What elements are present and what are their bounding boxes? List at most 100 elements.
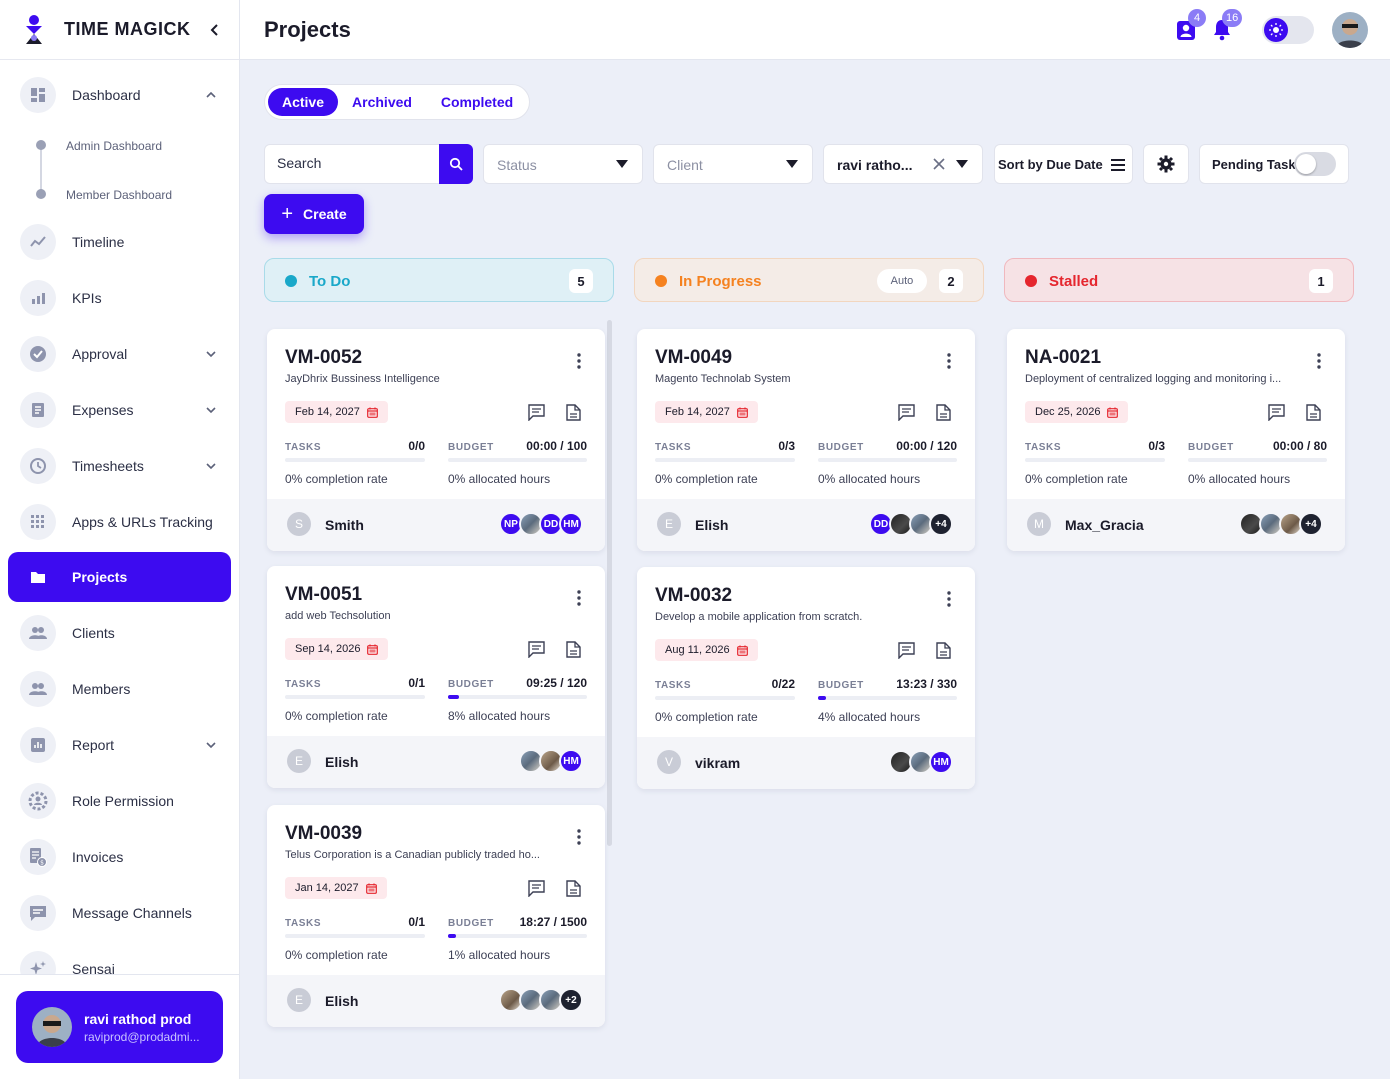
- owner-name: vikram: [695, 755, 741, 771]
- more-vertical-icon[interactable]: [1317, 353, 1321, 369]
- sidebar-item-timesheets[interactable]: Timesheets: [8, 441, 231, 491]
- user-name: ravi rathod prod: [84, 1010, 192, 1027]
- project-code[interactable]: VM-0052: [285, 347, 362, 369]
- member-avatars[interactable]: +2: [499, 988, 583, 1012]
- search-input[interactable]: [277, 155, 437, 171]
- sidebar-item-message-channels[interactable]: Message Channels: [8, 888, 231, 938]
- more-vertical-icon[interactable]: [947, 591, 951, 607]
- document-icon[interactable]: [566, 404, 581, 421]
- pending-task-switch[interactable]: [1294, 152, 1336, 176]
- more-vertical-icon[interactable]: [577, 353, 581, 369]
- budget-label: BUDGET: [1188, 442, 1234, 453]
- chevron-up-icon: [206, 91, 216, 98]
- column-count: 2: [939, 269, 963, 293]
- sidebar-item-members[interactable]: Members: [8, 664, 231, 714]
- document-icon[interactable]: [1306, 404, 1321, 421]
- comment-icon[interactable]: [528, 404, 545, 421]
- status-dot: [1025, 275, 1037, 287]
- member-avatars[interactable]: +4: [1239, 512, 1323, 536]
- sidebar-item-approval[interactable]: Approval: [8, 329, 231, 379]
- project-card[interactable]: VM-0049 Magento Technolab System Feb 14,…: [637, 329, 975, 551]
- column-title: To Do: [309, 273, 351, 290]
- document-icon[interactable]: [936, 404, 951, 421]
- sidebar-item-invoices[interactable]: $ Invoices: [8, 832, 231, 882]
- member-initials-avatar: HM: [559, 512, 583, 536]
- member-avatars[interactable]: NP DD HM: [499, 512, 583, 536]
- project-code[interactable]: NA-0021: [1025, 347, 1101, 369]
- member-initials-avatar: HM: [929, 750, 953, 774]
- tasks-value: 0/1: [408, 915, 425, 929]
- sidebar-item-label: Clients: [72, 625, 115, 641]
- approval-icon: [20, 336, 56, 372]
- collapse-sidebar-icon[interactable]: [207, 22, 223, 38]
- tab-completed[interactable]: Completed: [431, 88, 523, 116]
- project-code[interactable]: VM-0039: [285, 823, 362, 845]
- document-icon[interactable]: [566, 880, 581, 897]
- more-vertical-icon[interactable]: [947, 353, 951, 369]
- sidebar-item-projects[interactable]: Projects: [8, 552, 231, 602]
- comment-icon[interactable]: [1268, 404, 1285, 421]
- project-card[interactable]: VM-0051 add web Techsolution Sep 14, 202…: [267, 566, 605, 788]
- owner-initial-avatar: E: [287, 749, 311, 773]
- project-card[interactable]: VM-0052 JayDhrix Bussiness Intelligence …: [267, 329, 605, 551]
- header-avatar[interactable]: [1332, 12, 1368, 48]
- budget-value: 18:27 / 1500: [519, 915, 587, 929]
- tab-archived[interactable]: Archived: [345, 88, 419, 116]
- status-select[interactable]: Status: [483, 144, 643, 184]
- owner-initial-avatar: M: [1027, 512, 1051, 536]
- sidebar-item-report[interactable]: Report: [8, 720, 231, 770]
- project-code[interactable]: VM-0049: [655, 347, 732, 369]
- tab-active[interactable]: Active: [268, 88, 338, 116]
- tasks-label: TASKS: [655, 442, 692, 453]
- document-icon[interactable]: [566, 641, 581, 658]
- user-profile-card[interactable]: ravi rathod prod raviprod@prodadmi...: [16, 991, 223, 1063]
- budget-progress: [448, 934, 587, 938]
- column-scrollbar[interactable]: [607, 320, 612, 846]
- theme-toggle[interactable]: [1262, 16, 1314, 44]
- sidebar-item-expenses[interactable]: Expenses: [8, 385, 231, 435]
- sidebar-item-clients[interactable]: Clients: [8, 608, 231, 658]
- project-card[interactable]: NA-0021 Deployment of centralized loggin…: [1007, 329, 1345, 551]
- sidebar-item-kpis[interactable]: KPIs: [8, 273, 231, 323]
- member-avatars[interactable]: HM: [889, 750, 953, 774]
- submenu-dot: [36, 140, 46, 150]
- caret-down-icon: [786, 160, 798, 168]
- budget-value: 13:23 / 330: [896, 677, 957, 691]
- dashboard-icon: [20, 77, 56, 113]
- sidebar-item-apps-urls[interactable]: Apps & URLs Tracking: [8, 497, 231, 547]
- member-avatars[interactable]: HM: [519, 749, 583, 773]
- more-vertical-icon[interactable]: [577, 829, 581, 845]
- document-icon[interactable]: [936, 642, 951, 659]
- calendar-icon: [1107, 407, 1119, 418]
- project-card[interactable]: VM-0032 Develop a mobile application fro…: [637, 567, 975, 789]
- allocated-hours: 0% allocated hours: [818, 472, 921, 486]
- budget-progress: [1188, 458, 1327, 462]
- project-card[interactable]: VM-0039 Telus Corporation is a Canadian …: [267, 805, 605, 1027]
- more-vertical-icon[interactable]: [577, 590, 581, 606]
- project-code[interactable]: VM-0032: [655, 585, 732, 607]
- completion-rate: 0% completion rate: [285, 709, 388, 723]
- card-footer: E Elish DD +4: [637, 499, 975, 551]
- sidebar-subitem-admin-dashboard[interactable]: Admin Dashboard: [66, 139, 162, 153]
- settings-button[interactable]: [1143, 144, 1189, 184]
- sidebar-item-sensai[interactable]: Sensai: [8, 944, 231, 974]
- create-button[interactable]: + Create: [264, 194, 364, 234]
- project-code[interactable]: VM-0051: [285, 584, 362, 606]
- sidebar-item-dashboard[interactable]: Dashboard: [8, 70, 231, 120]
- comment-icon[interactable]: [528, 641, 545, 658]
- auto-badge[interactable]: Auto: [877, 269, 927, 293]
- member-avatars[interactable]: DD +4: [869, 512, 953, 536]
- comment-icon[interactable]: [898, 404, 915, 421]
- member-select[interactable]: ravi ratho...: [823, 144, 983, 184]
- sidebar-subitem-member-dashboard[interactable]: Member Dashboard: [66, 188, 172, 202]
- close-icon[interactable]: [932, 157, 946, 171]
- client-select[interactable]: Client: [653, 144, 813, 184]
- comment-icon[interactable]: [898, 642, 915, 659]
- completion-rate: 0% completion rate: [285, 472, 388, 486]
- kpi-icon: [20, 280, 56, 316]
- comment-icon[interactable]: [528, 880, 545, 897]
- sidebar-item-timeline[interactable]: Timeline: [8, 217, 231, 267]
- sort-button[interactable]: Sort by Due Date: [994, 144, 1133, 184]
- sidebar-item-role-permission[interactable]: Role Permission: [8, 776, 231, 826]
- search-button[interactable]: [439, 144, 473, 184]
